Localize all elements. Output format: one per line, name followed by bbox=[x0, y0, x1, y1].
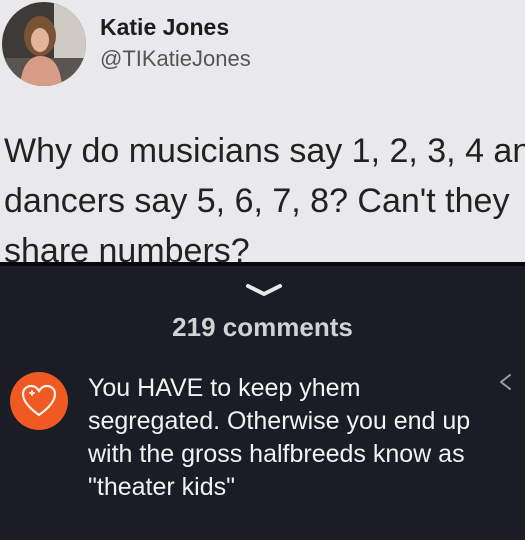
tweet-card: Katie Jones @TIKatieJones Why do musicia… bbox=[0, 0, 525, 262]
heart-avatar-icon[interactable] bbox=[10, 372, 68, 430]
tweet-text-line: dancers say 5, 6, 7, 8? Can't they bbox=[4, 182, 510, 220]
author-name[interactable]: Katie Jones bbox=[100, 14, 229, 41]
tweet-text-line: share numbers? bbox=[4, 232, 250, 262]
comment-text: You HAVE to keep yhem segregated. Otherw… bbox=[88, 374, 471, 501]
comments-count: 219 comments bbox=[172, 312, 353, 342]
tweet-text: Why do musicians say 1, 2, 3, 4 and danc… bbox=[4, 126, 525, 262]
chevron-down-icon[interactable] bbox=[244, 280, 284, 300]
author-handle[interactable]: @TIKatieJones bbox=[100, 46, 251, 72]
tweet-text-line: Why do musicians say 1, 2, 3, 4 and bbox=[4, 132, 525, 170]
divider bbox=[0, 262, 525, 266]
share-icon[interactable] bbox=[496, 372, 516, 392]
profile-avatar[interactable] bbox=[2, 2, 86, 86]
